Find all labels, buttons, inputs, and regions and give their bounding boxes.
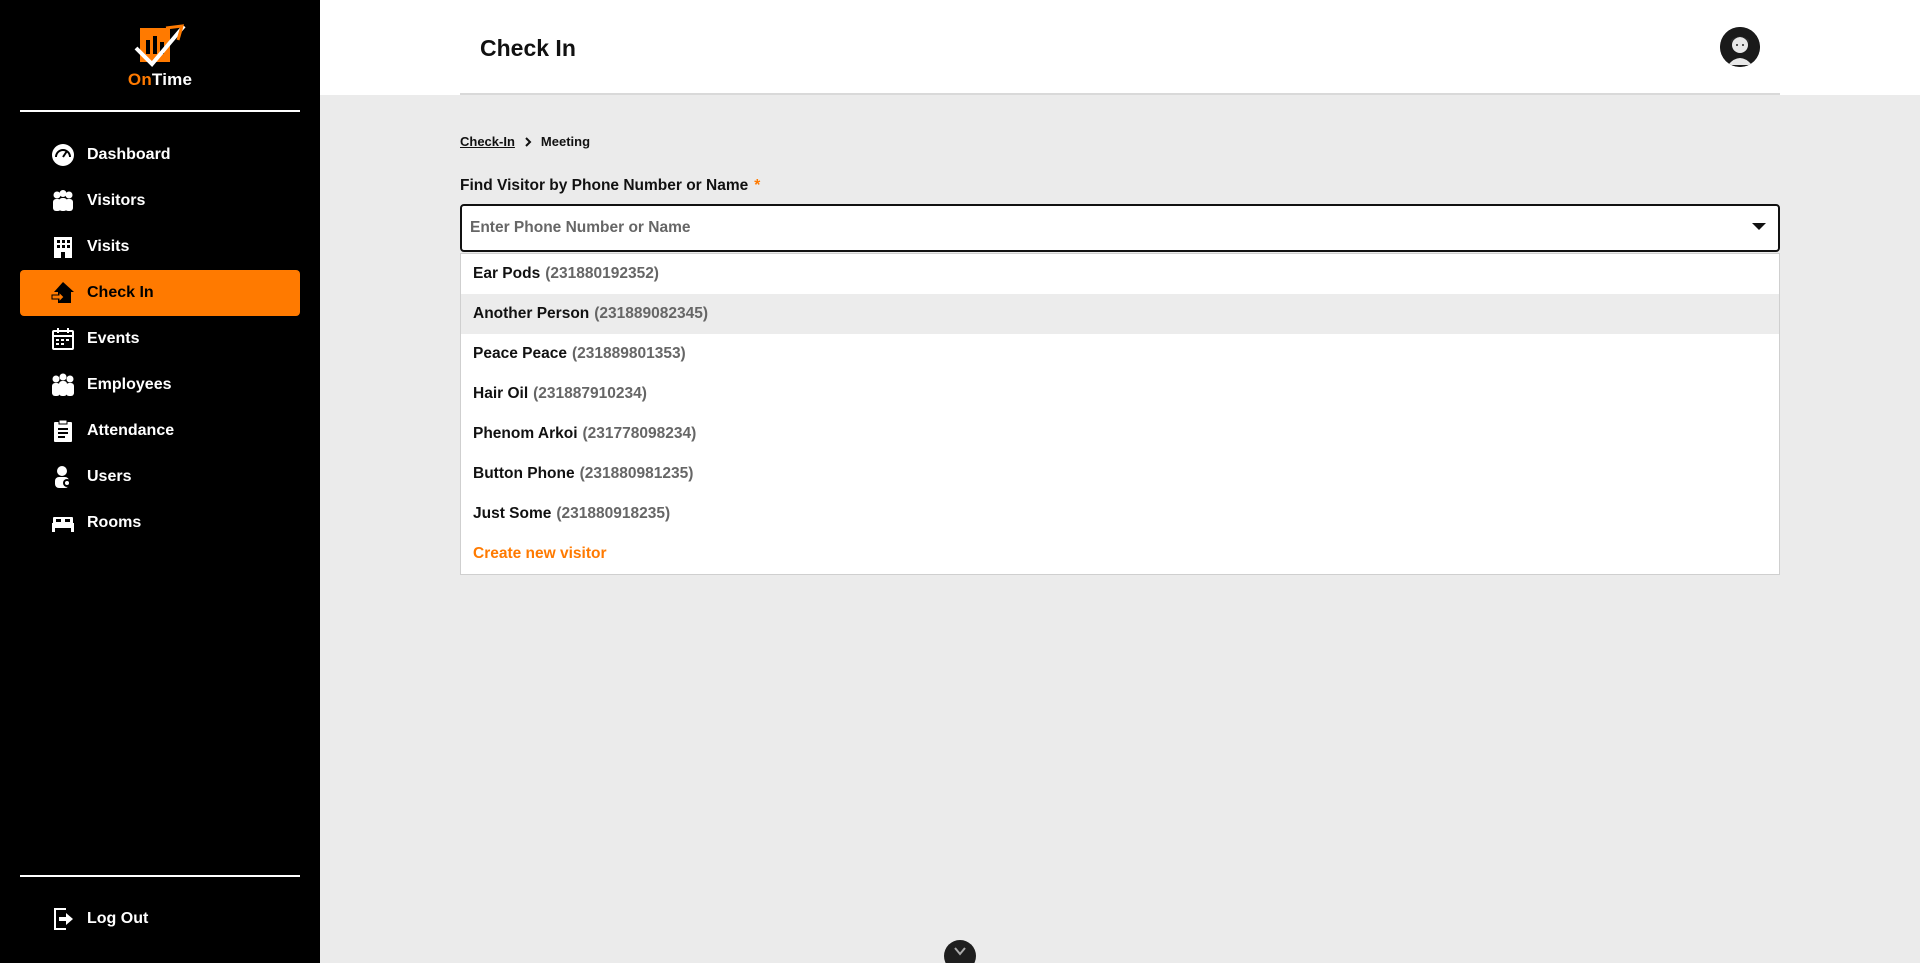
- bed-icon: [50, 510, 76, 536]
- visitor-option-phone: (231887910234): [533, 385, 647, 402]
- sidebar-item-label: Users: [87, 468, 132, 485]
- top-header: Check In: [320, 0, 1920, 95]
- sidebar-item-label: Visits: [87, 238, 130, 255]
- sidebar-item-label: Rooms: [87, 514, 142, 531]
- sidebar-item-label: Dashboard: [87, 146, 171, 163]
- check-in-icon: [50, 280, 76, 306]
- logo-text: OnTime: [0, 70, 320, 90]
- visitor-option-name: Hair Oil: [473, 385, 529, 402]
- sidebar-item-rooms[interactable]: Rooms: [20, 500, 300, 546]
- visitor-option-phone: (231880981235): [579, 465, 694, 482]
- visitor-option-name: Button Phone: [473, 465, 575, 482]
- visitor-search-label: Find Visitor by Phone Number or Name *: [460, 177, 760, 195]
- sidebar-item-check-in[interactable]: Check In: [20, 270, 300, 316]
- visitor-option-name: Just Some: [473, 505, 552, 522]
- user-gear-icon: [50, 464, 76, 490]
- avatar[interactable]: [1720, 27, 1760, 67]
- sidebar: OnTime Dashboard Visitors Visits Check I…: [0, 0, 320, 963]
- breadcrumb-current: Meeting: [540, 134, 591, 149]
- page-title: Check In: [480, 35, 576, 61]
- visitor-option[interactable]: Another Person (231889082345): [461, 294, 1779, 334]
- user-avatar-icon: [1720, 27, 1760, 67]
- chevron-down-icon: [954, 947, 966, 956]
- sidebar-item-label: Check In: [87, 284, 154, 301]
- logout-icon: [50, 906, 76, 932]
- visitor-option-name: Peace Peace: [473, 345, 567, 362]
- sidebar-divider-bottom: [20, 875, 300, 877]
- visitor-option[interactable]: Just Some (231880918235): [461, 494, 1779, 534]
- visitor-option[interactable]: Peace Peace (231889801353): [461, 334, 1779, 374]
- clipboard-icon: [50, 418, 76, 444]
- visitor-option-phone: (231880192352): [545, 265, 659, 282]
- logout-button[interactable]: Log Out: [20, 896, 300, 942]
- visitor-option-phone: (231880918235): [556, 505, 671, 522]
- sidebar-item-label: Visitors: [87, 192, 146, 209]
- breadcrumb-check-in-link[interactable]: Check-In: [460, 134, 515, 149]
- sidebar-item-visits[interactable]: Visits: [20, 224, 300, 270]
- visitor-option-phone: (231778098234): [582, 425, 697, 442]
- logout-label: Log Out: [87, 910, 149, 927]
- chevron-down-icon[interactable]: [1752, 223, 1766, 230]
- visitor-option-name: Phenom Arkoi: [473, 425, 578, 442]
- sidebar-item-dashboard[interactable]: Dashboard: [20, 132, 300, 178]
- sidebar-item-label: Events: [87, 330, 140, 347]
- expand-handle[interactable]: [944, 940, 976, 963]
- visitor-option[interactable]: Button Phone (231880981235): [461, 454, 1779, 494]
- breadcrumb: Check-In Meeting: [460, 134, 590, 149]
- people-icon: [50, 188, 76, 214]
- visitor-option-name: Another Person: [473, 305, 590, 322]
- sidebar-nav: Dashboard Visitors Visits Check In Event…: [20, 132, 300, 546]
- sidebar-item-attendance[interactable]: Attendance: [20, 408, 300, 454]
- building-icon: [50, 234, 76, 260]
- visitor-dropdown-list: Ear Pods (231880192352) Another Person (23…: [460, 253, 1780, 575]
- chevron-right-icon: [524, 136, 532, 147]
- required-asterisk: *: [754, 177, 761, 194]
- sidebar-item-events[interactable]: Events: [20, 316, 300, 362]
- calendar-icon: [50, 326, 76, 352]
- sidebar-item-label: Employees: [87, 376, 172, 393]
- visitor-option-phone: (231889801353): [571, 345, 686, 362]
- sidebar-item-visitors[interactable]: Visitors: [20, 178, 300, 224]
- sidebar-item-employees[interactable]: Employees: [20, 362, 300, 408]
- logo-text-time: Time: [151, 70, 193, 89]
- logout-section: Log Out: [20, 896, 300, 942]
- visitor-option[interactable]: Ear Pods (231880192352): [461, 254, 1779, 294]
- visitor-search-label-text: Find Visitor by Phone Number or Name: [460, 177, 749, 194]
- visitor-option[interactable]: Phenom Arkoi (231778098234): [461, 414, 1779, 454]
- logo-text-on: On: [127, 70, 152, 89]
- sidebar-divider: [20, 110, 300, 112]
- sidebar-item-label: Attendance: [87, 422, 175, 439]
- header-divider: [460, 93, 1780, 95]
- visitor-search-combobox[interactable]: [460, 204, 1780, 252]
- visitor-option-name: Ear Pods: [473, 265, 541, 282]
- create-new-visitor-option[interactable]: Create new visitor: [461, 534, 1779, 574]
- visitor-option[interactable]: Hair Oil (231887910234): [461, 374, 1779, 414]
- sidebar-item-users[interactable]: Users: [20, 454, 300, 500]
- logo-icon: [134, 24, 186, 67]
- group-icon: [50, 372, 76, 398]
- app-logo[interactable]: OnTime: [0, 22, 320, 90]
- visitor-option-phone: (231889082345): [594, 305, 709, 322]
- gauge-icon: [50, 142, 76, 168]
- visitor-search-input[interactable]: [470, 206, 1730, 250]
